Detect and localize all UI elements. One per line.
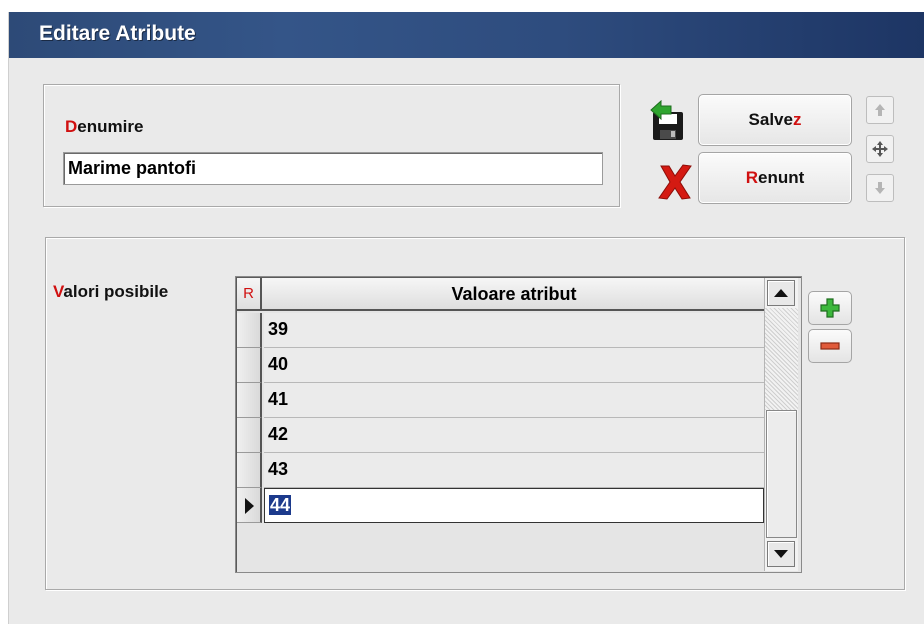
table-row[interactable]: 43: [237, 453, 764, 488]
row-indicator[interactable]: [237, 453, 262, 488]
red-minus-icon: [820, 342, 840, 350]
save-label: Salve: [748, 110, 793, 129]
save-mnemonic: z: [792, 110, 802, 129]
move-down-button[interactable]: [866, 174, 894, 202]
valori-mnemonic: V: [53, 282, 64, 301]
selected-text: 44: [269, 495, 292, 515]
denumire-mnemonic: D: [65, 117, 78, 136]
scroll-down-icon: [774, 550, 788, 558]
current-row-arrow-icon: [245, 498, 254, 514]
cancel-label: enunt: [758, 168, 805, 187]
row-value[interactable]: 42: [264, 418, 764, 453]
save-disk-icon: [650, 100, 683, 140]
red-x-icon: [658, 164, 692, 200]
row-indicator[interactable]: [237, 418, 262, 453]
table-row[interactable]: 41: [237, 383, 764, 418]
scroll-up-icon: [774, 289, 788, 297]
denumire-label-text: enumire: [77, 117, 144, 136]
row-value[interactable]: 40: [264, 348, 764, 383]
row-indicator[interactable]: [237, 313, 262, 348]
move-arrows-icon: [872, 141, 888, 157]
valori-label-text: alori posibile: [63, 282, 169, 301]
row-value[interactable]: 43: [264, 453, 764, 488]
window-title: Editare Atribute: [39, 22, 196, 45]
row-indicator[interactable]: [237, 383, 262, 418]
row-indicator[interactable]: [237, 348, 262, 383]
arrow-up-icon: [875, 104, 885, 116]
scroll-up-button[interactable]: [767, 280, 795, 306]
remove-row-button[interactable]: [808, 329, 852, 363]
table-row[interactable]: 42: [237, 418, 764, 453]
add-row-button[interactable]: [808, 291, 852, 325]
cancel-button[interactable]: Renunt: [698, 152, 852, 204]
grid-r-header[interactable]: R: [237, 278, 262, 309]
title-bar: Editare Atribute: [9, 12, 924, 58]
row-indicator-current[interactable]: [237, 488, 262, 523]
column-header-valoare[interactable]: Valoare atribut: [264, 278, 764, 309]
row-value[interactable]: 41: [264, 383, 764, 418]
values-grid[interactable]: R Valoare atribut 39 40 41 42 43 44: [235, 276, 802, 573]
save-button[interactable]: Salve z: [698, 94, 852, 146]
table-row[interactable]: 40: [237, 348, 764, 383]
table-row-active[interactable]: 44: [237, 488, 764, 523]
name-group: [43, 84, 620, 207]
scrollbar-thumb[interactable]: [766, 410, 797, 538]
move-button[interactable]: [866, 135, 894, 163]
denumire-label: Denumire: [65, 117, 143, 137]
row-value-editing[interactable]: 44: [264, 488, 764, 523]
row-value[interactable]: 39: [264, 313, 764, 348]
table-row[interactable]: 39: [237, 313, 764, 348]
grid-header: R Valoare atribut: [237, 278, 764, 311]
arrow-down-icon: [875, 182, 885, 194]
scrollbar-track[interactable]: [765, 308, 798, 410]
scroll-down-button[interactable]: [767, 541, 795, 567]
move-up-button[interactable]: [866, 96, 894, 124]
denumire-input-value: Marime pantofi: [68, 158, 197, 178]
dialog-window: Editare Atribute Denumire Marime pantofi…: [8, 12, 924, 624]
green-plus-icon: [820, 298, 840, 318]
valori-label: Valori posibile: [53, 282, 168, 302]
cancel-mnemonic: R: [745, 168, 758, 187]
grid-vertical-scrollbar[interactable]: [764, 278, 798, 571]
denumire-input[interactable]: Marime pantofi: [63, 152, 603, 185]
